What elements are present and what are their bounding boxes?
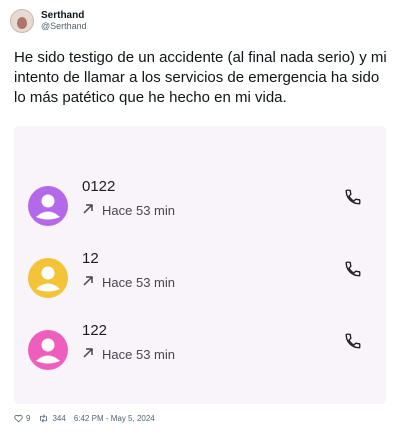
author-display-name[interactable]: Serthand xyxy=(41,10,87,21)
call-meta: Hace 53 min xyxy=(82,203,175,218)
contact-avatar-icon xyxy=(28,186,68,226)
call-row[interactable]: 0122 Hace 53 min xyxy=(14,178,386,238)
heart-icon xyxy=(14,414,23,423)
avatar-face xyxy=(17,16,27,29)
call-time: Hace 53 min xyxy=(102,203,175,218)
call-log-image: 0122 Hace 53 min 12 Hace 53 min 122 Hace… xyxy=(14,126,386,404)
call-row[interactable]: 12 Hace 53 min xyxy=(14,250,386,310)
call-time: Hace 53 min xyxy=(102,275,175,290)
outgoing-arrow-icon xyxy=(82,347,94,362)
call-number: 0122 xyxy=(82,178,116,195)
retweet-count: 344 xyxy=(52,414,66,423)
call-meta: Hace 53 min xyxy=(82,275,175,290)
contact-avatar-icon xyxy=(28,258,68,298)
tweet-timestamp[interactable]: 6:42 PM - May 5, 2024 xyxy=(74,414,155,423)
author-handle[interactable]: @Serthand xyxy=(41,21,87,32)
retweet-icon xyxy=(38,414,49,423)
outgoing-arrow-icon xyxy=(82,203,94,218)
outgoing-arrow-icon xyxy=(82,275,94,290)
retweet-button[interactable]: 344 xyxy=(38,414,66,423)
tweet-footer: 9 344 6:42 PM - May 5, 2024 xyxy=(14,414,155,423)
call-row[interactable]: 122 Hace 53 min xyxy=(14,322,386,382)
call-meta: Hace 53 min xyxy=(82,347,175,362)
author-names: Serthand @Serthand xyxy=(41,10,87,32)
call-time: Hace 53 min xyxy=(102,347,175,362)
like-count: 9 xyxy=(26,414,31,423)
tweet-text: He sido testigo de un accidente (al fina… xyxy=(14,49,387,106)
tweet-header: Serthand @Serthand xyxy=(10,9,87,33)
call-number: 12 xyxy=(82,250,99,267)
author-avatar[interactable] xyxy=(10,9,34,33)
contact-avatar-icon xyxy=(28,330,68,370)
phone-icon[interactable] xyxy=(344,260,362,283)
phone-icon[interactable] xyxy=(344,332,362,355)
call-number: 122 xyxy=(82,322,108,339)
like-button[interactable]: 9 xyxy=(14,414,30,423)
phone-icon[interactable] xyxy=(344,188,362,211)
